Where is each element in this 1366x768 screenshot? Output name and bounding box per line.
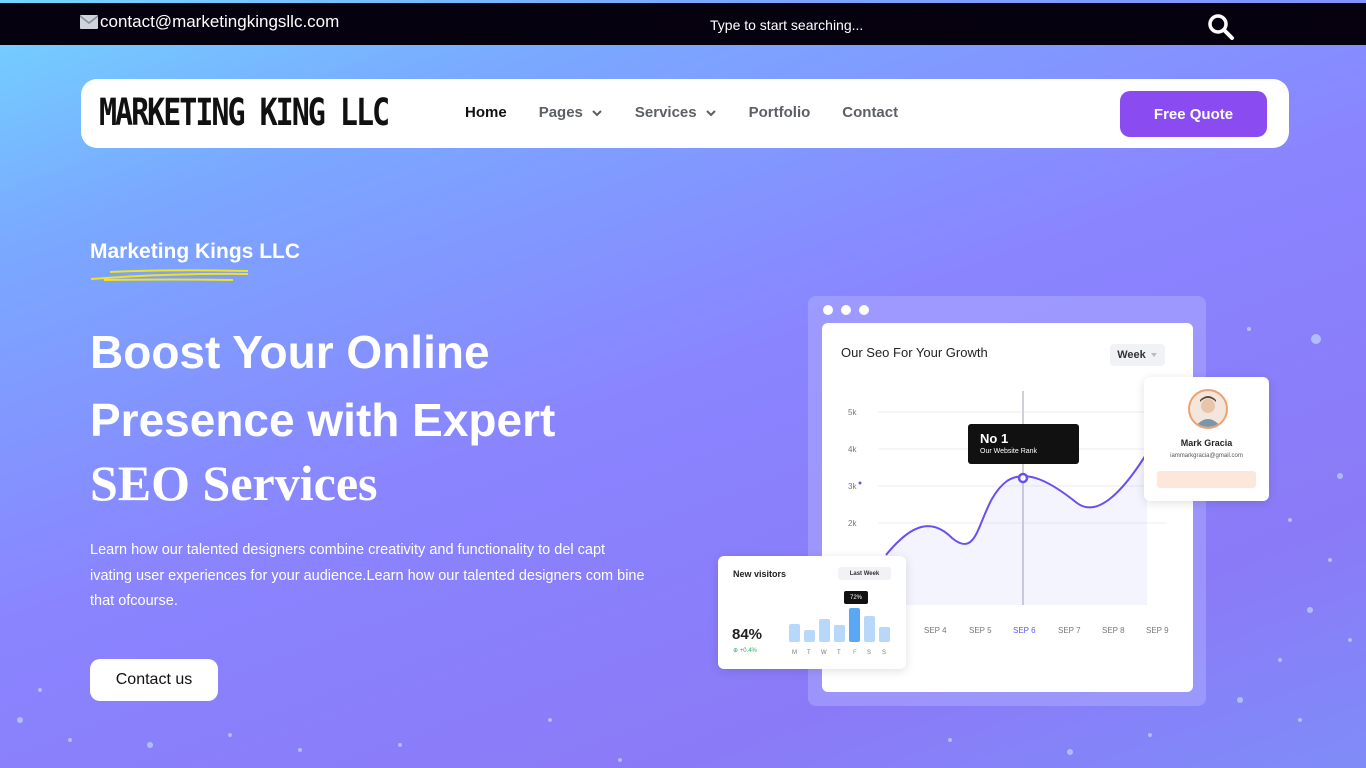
- nav-item-home[interactable]: Home: [465, 104, 507, 121]
- nav-item-label: Contact: [842, 104, 899, 121]
- window-dots: [823, 305, 869, 315]
- nav-item-label: Pages: [538, 104, 583, 121]
- hero-title-line1: Boost Your Online: [90, 326, 490, 378]
- day-label: S: [867, 650, 871, 656]
- visitors-delta: ⊕ +0.4%: [733, 648, 757, 654]
- x-tick: SEP 6: [1013, 626, 1036, 635]
- profile-email: iammarkgracia@gmail.com: [1170, 453, 1243, 459]
- day-label: S: [882, 650, 886, 656]
- visitors-percent: 84%: [732, 626, 763, 643]
- nav-item-contact[interactable]: Contact: [842, 104, 898, 121]
- site-logo[interactable]: MARKETING KING LLC: [99, 94, 390, 132]
- day-label: T: [837, 650, 841, 656]
- visitors-title: New visitors: [733, 569, 787, 579]
- visitors-bar-chart: M T W T F S S: [789, 608, 890, 656]
- profile-card: Mark Gracia iammarkgracia@gmail.com: [1144, 377, 1269, 501]
- x-tick: SEP 4: [924, 626, 947, 635]
- nav-item-label: Home: [465, 104, 507, 121]
- nav-item-portfolio[interactable]: Portfolio: [749, 104, 811, 121]
- hero-title-line2: Presence with Expert: [90, 394, 556, 446]
- nav-item-services[interactable]: Services: [635, 104, 717, 121]
- visitors-delta-value: +0.4%: [739, 648, 757, 654]
- nav-item-pages[interactable]: Pages: [539, 104, 603, 121]
- day-label: F: [853, 650, 857, 656]
- nav-menu: Home Pages Services Portfolio Contact: [465, 104, 898, 121]
- rank-tooltip: No 1 Our Website Rank: [968, 424, 1079, 464]
- visitors-period: Last Week: [838, 567, 891, 580]
- x-tick: SEP 9: [1146, 626, 1169, 635]
- nav-item-label: Portfolio: [748, 104, 811, 121]
- tooltip-title: No 1: [980, 431, 1009, 446]
- x-tick: SEP 8: [1102, 626, 1125, 635]
- chevron-down-icon: [592, 109, 602, 116]
- day-label: T: [807, 650, 811, 656]
- tooltip-sub: Our Website Rank: [980, 448, 1038, 455]
- hero-title-line3: SEO Services: [90, 455, 378, 511]
- x-tick: SEP 5: [969, 626, 992, 635]
- profile-action: [1157, 471, 1256, 488]
- day-label: M: [792, 650, 797, 656]
- hero-eyebrow: Marketing Kings LLC: [90, 240, 301, 263]
- new-visitors-card: New visitors Last Week 84% ⊕ +0.4% 72% M…: [718, 556, 906, 669]
- hero-description: Learn how our talented designers combine…: [90, 542, 645, 609]
- search-icon: [1208, 14, 1234, 40]
- profile-name: Mark Gracia: [1180, 438, 1233, 448]
- chevron-down-icon: [705, 109, 716, 116]
- search-input[interactable]: [640, 13, 1150, 37]
- hero-title: Boost Your Online Presence with Expert: [90, 318, 555, 454]
- nav-item-label: Services: [634, 104, 697, 121]
- search-button[interactable]: [1207, 13, 1237, 41]
- main-navbar: MARKETING KING LLC Home Pages Services P…: [81, 79, 1289, 148]
- contact-us-button[interactable]: Contact us: [90, 659, 218, 701]
- eyebrow-underline: [90, 269, 249, 281]
- avatar: [1188, 389, 1228, 429]
- top-bar: contact@marketingkingsllc.com: [0, 3, 1366, 45]
- contact-email-text: contact@marketingkingsllc.com: [100, 12, 340, 31]
- day-label: W: [821, 650, 827, 656]
- visitors-tooltip: 72%: [844, 591, 868, 604]
- mail-icon: [80, 15, 98, 29]
- x-tick: SEP 7: [1058, 626, 1081, 635]
- free-quote-button[interactable]: Free Quote: [1120, 91, 1267, 137]
- contact-email[interactable]: contact@marketingkingsllc.com: [80, 12, 339, 32]
